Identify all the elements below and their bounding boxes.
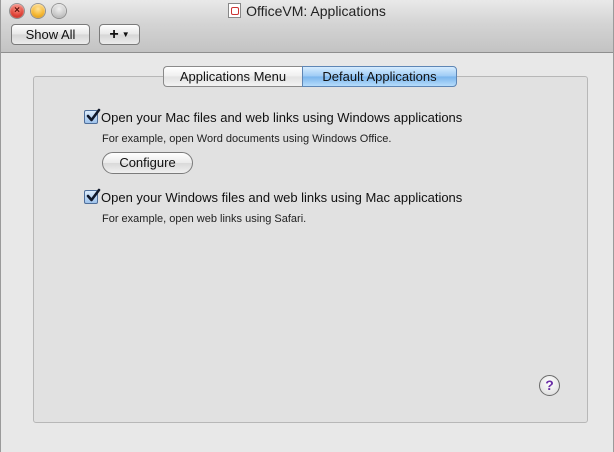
show-all-button[interactable]: Show All [11,24,90,45]
window-title: OfficeVM: Applications [246,3,386,19]
tab-applications-menu[interactable]: Applications Menu [163,66,302,87]
preferences-window: × OfficeVM: Applications Show All + ▼ App… [0,0,614,452]
option-1-label: Open your Mac files and web links using … [101,110,463,125]
option-2-label: Open your Windows files and web links us… [101,190,463,205]
option-1-checkbox[interactable] [84,108,101,124]
add-menu-button[interactable]: + ▼ [99,24,140,45]
option-1-description: For example, open Word documents using W… [102,133,392,145]
document-icon [228,3,242,18]
help-button[interactable]: ? [539,375,560,396]
checkmark-icon [86,108,101,122]
option-2-description: For example, open web links using Safari… [102,213,307,225]
window-title-area: OfficeVM: Applications [1,3,613,19]
title-bar: × OfficeVM: Applications Show All + ▼ [1,0,613,53]
tab-default-applications[interactable]: Default Applications [302,66,457,87]
option-2-checkbox[interactable] [84,188,101,204]
plus-icon: + [109,26,119,43]
tab-bar: Applications Menu Default Applications [163,66,457,87]
configure-button[interactable]: Configure [102,152,193,174]
tab-content-panel [33,76,588,423]
dropdown-arrow-icon: ▼ [121,30,130,39]
checkmark-icon [86,188,101,202]
